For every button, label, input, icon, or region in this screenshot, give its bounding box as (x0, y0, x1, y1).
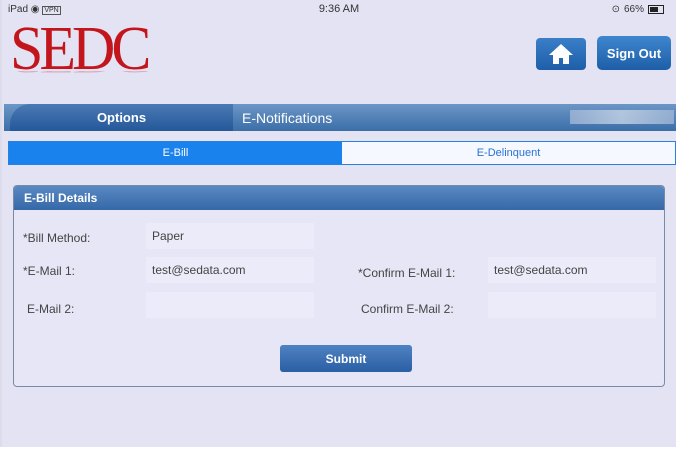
confirm-email2-label: Confirm E-Mail 2: (361, 302, 454, 316)
battery-percent: 66% (623, 4, 644, 15)
email1-field[interactable]: test@sedata.com (146, 257, 314, 283)
tab-edelinquent[interactable]: E-Delinquent (342, 142, 675, 164)
ebill-details-panel: E-Bill Details *Bill Method: Paper *E-Ma… (13, 185, 665, 387)
nav-bar: Options E-Notifications (4, 104, 676, 131)
panel-title: E-Bill Details (14, 186, 664, 210)
status-right: ⊙ 66% (612, 4, 664, 15)
sign-out-button[interactable]: Sign Out (597, 36, 671, 70)
nav-obscured-item (570, 110, 674, 124)
confirm-email2-field[interactable] (488, 292, 656, 318)
email2-label: E-Mail 2: (27, 302, 75, 316)
location-icon: ⊙ (611, 4, 620, 15)
submit-button[interactable]: Submit (280, 345, 412, 372)
bill-method-select[interactable]: Paper (146, 223, 314, 249)
tab-ebill[interactable]: E-Bill (9, 142, 342, 164)
email1-label: *E-Mail 1: (23, 264, 76, 278)
bill-method-label: *Bill Method: (23, 231, 91, 245)
email2-field[interactable] (146, 292, 314, 318)
confirm-email1-label: *Confirm E-Mail 1: (358, 266, 456, 280)
logo-reflection: SEDC (10, 71, 170, 78)
battery-icon (648, 5, 664, 14)
nav-options-tab[interactable]: Options (10, 104, 233, 131)
ebill-tabs: E-Bill E-Delinquent (8, 141, 676, 165)
home-button[interactable] (536, 38, 586, 70)
nav-enotifications-tab[interactable]: E-Notifications (242, 104, 332, 131)
home-icon (549, 44, 573, 64)
confirm-email1-field[interactable]: test@sedata.com (488, 257, 656, 283)
